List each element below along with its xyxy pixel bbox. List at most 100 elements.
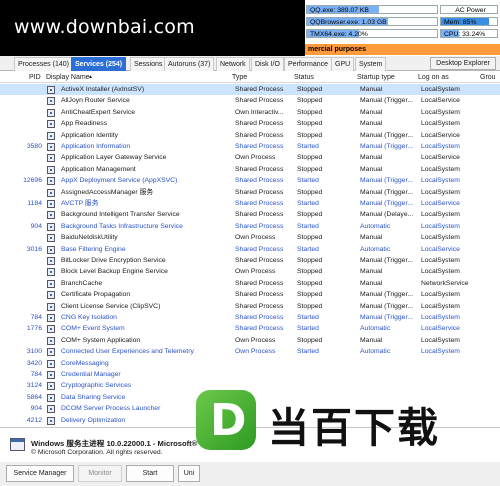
table-row[interactable]: AllJoyn Router Service Shared Process Stop… (0, 95, 500, 106)
table-row[interactable]: 784 CNG Key Isolation Shared Process Starte… (0, 312, 500, 323)
table-row[interactable]: 1776 COM+ Event System Shared Process Start… (0, 323, 500, 334)
row-status: Stopped (297, 154, 323, 162)
top-memory-process-meter: QQ.exe: 389.07 KB (306, 5, 438, 14)
service-icon (47, 245, 55, 254)
row-startup-type: Manual (Trigger... (360, 200, 414, 207)
column-header-type[interactable]: Type (232, 73, 247, 82)
row-pid: 3016 (26, 245, 42, 253)
table-row[interactable]: 3100 Connected User Experiences and Telem… (0, 346, 500, 357)
row-status: Started (297, 325, 319, 333)
row-startup-type: Manual (360, 86, 383, 93)
row-status: Started (297, 143, 319, 150)
tab-services[interactable]: Services (254) (71, 57, 127, 71)
row-type: Own Process (235, 348, 276, 356)
row-status: Stopped (297, 268, 323, 276)
row-display-name: Cryptographic Services (61, 382, 132, 390)
table-row[interactable]: 904 Background Tasks Infrastructure Servi… (0, 221, 500, 232)
table-row[interactable]: ActiveX Installer (AxInstSV) Shared Proce… (0, 84, 500, 96)
row-display-name: Delivery Optimization (61, 416, 126, 424)
action-button-bar: Service Manager Monitor Start Uni (0, 462, 500, 486)
row-display-name: AllJoyn Router Service (61, 97, 130, 105)
service-icon (47, 200, 55, 208)
table-row[interactable]: BitLocker Drive Encryption Service Shared… (0, 255, 500, 266)
service-icon (47, 336, 55, 345)
service-manager-button[interactable]: Service Manager (6, 465, 74, 482)
tab-sessions[interactable]: Sessions (130, 57, 167, 71)
table-row[interactable]: Certificate Propagation Shared Process Sto… (0, 289, 500, 300)
row-type: Shared Process (235, 257, 284, 264)
tab-network[interactable]: Network (216, 57, 250, 71)
table-row[interactable]: Background Intelligent Transfer Service S… (0, 209, 500, 220)
column-header-group[interactable]: Grou (480, 73, 496, 82)
service-icon (47, 325, 55, 334)
table-row[interactable]: 1184 AVCTP 服务 Shared Process Started Manual … (0, 198, 500, 209)
table-row[interactable]: AntiCheatExpert Service Own Interactiv...… (0, 107, 500, 118)
row-log-on-as: NetworkService (421, 279, 469, 287)
table-row[interactable]: Application Management Shared Process Stop… (0, 164, 500, 175)
table-row[interactable]: Block Level Backup Engine Service Own Pro… (0, 266, 500, 277)
tab-autoruns[interactable]: Autoruns (37) (164, 57, 215, 71)
table-row[interactable]: Application Identity Shared Process Stoppe… (0, 130, 500, 141)
column-header-row: PID Display Name ▲ Type Status Startup t… (0, 72, 500, 83)
start-button[interactable]: Start (126, 465, 174, 482)
row-log-on-as: LocalSystem (421, 268, 460, 276)
service-icon (47, 302, 55, 311)
table-row[interactable]: AssignedAccessManager 服务 Shared Process St… (0, 187, 500, 198)
row-log-on-as: LocalSystem (421, 314, 460, 321)
table-row[interactable]: 784 Credential Manager (0, 369, 500, 380)
row-type: Shared Process (235, 165, 284, 173)
service-icon (47, 268, 55, 277)
table-row[interactable]: BranchCache Shared Process Stopped Manual Ne… (0, 278, 500, 289)
column-header-status[interactable]: Status (294, 73, 314, 82)
row-status: Stopped (297, 257, 323, 264)
row-startup-type: Automatic (360, 245, 391, 253)
row-type: Shared Process (235, 131, 284, 139)
uninstall-button[interactable]: Uni (178, 465, 200, 482)
table-row[interactable]: 3016 Base Filtering Engine Shared Process S… (0, 244, 500, 255)
row-log-on-as: LocalService (421, 245, 460, 253)
row-status: Stopped (297, 97, 323, 105)
table-row[interactable]: Application Layer Gateway Service Own Pro… (0, 152, 500, 163)
service-icon (47, 177, 55, 186)
column-header-log-on-as[interactable]: Log on as (418, 73, 449, 82)
row-type: Shared Process (235, 143, 284, 150)
row-status: Started (297, 348, 319, 356)
detail-copyright: © Microsoft Corporation. All rights rese… (31, 449, 163, 456)
row-display-name: AppX Deployment Service (AppXSVC) (61, 177, 178, 185)
service-icon (47, 393, 55, 402)
service-icon (47, 257, 55, 265)
row-type: Shared Process (235, 120, 284, 128)
table-row[interactable]: App Readiness Shared Process Stopped Manual… (0, 118, 500, 129)
row-type: Own Interactiv... (235, 108, 284, 116)
row-startup-type: Automatic (360, 222, 391, 230)
row-startup-type: Manual (360, 120, 383, 128)
row-display-name: ActiveX Installer (AxInstSV) (61, 86, 145, 93)
tab-system[interactable]: System (355, 57, 387, 71)
table-row[interactable]: Client License Service (ClipSVC) Shared P… (0, 301, 500, 312)
row-log-on-as: LocalSystem (421, 291, 460, 299)
table-row[interactable]: 3580 Application Information Shared Proces… (0, 141, 500, 152)
column-header-startup-type[interactable]: Startup type (357, 73, 395, 82)
table-row[interactable]: 12696 AppX Deployment Service (AppXSVC) Sh… (0, 175, 500, 186)
cpu-usage-meter: CPU: 33.24% (440, 29, 498, 38)
desktop-explorer-button[interactable]: Desktop Explorer (430, 57, 496, 70)
table-row[interactable]: BaiduNetdiskUtility Own Process Stopped Man… (0, 232, 500, 243)
row-status: Stopped (297, 279, 323, 287)
row-status: Stopped (297, 131, 323, 139)
table-row[interactable]: 3420 CoreMessaging (0, 358, 500, 369)
table-row[interactable]: COM+ System Application Own Process Stoppe… (0, 335, 500, 346)
tab-processes[interactable]: Processes (140) (14, 57, 73, 71)
column-header-display-name[interactable]: Display Name (46, 73, 90, 82)
service-icon (47, 120, 55, 129)
tab-bar: Processes (140) Services (254) Sessions … (0, 56, 500, 71)
tab-disk-io[interactable]: Disk I/O (251, 57, 284, 71)
row-pid: 3420 (26, 359, 42, 367)
tab-performance[interactable]: Performance (284, 57, 333, 71)
tab-gpu[interactable]: GPU (331, 57, 355, 71)
monitor-button[interactable]: Monitor (78, 465, 122, 482)
column-header-pid[interactable]: PID (29, 73, 41, 82)
row-display-name: Application Information (61, 143, 131, 150)
row-log-on-as: LocalSystem (421, 177, 460, 185)
row-startup-type: Manual (360, 234, 383, 242)
row-type: Shared Process (235, 279, 284, 287)
